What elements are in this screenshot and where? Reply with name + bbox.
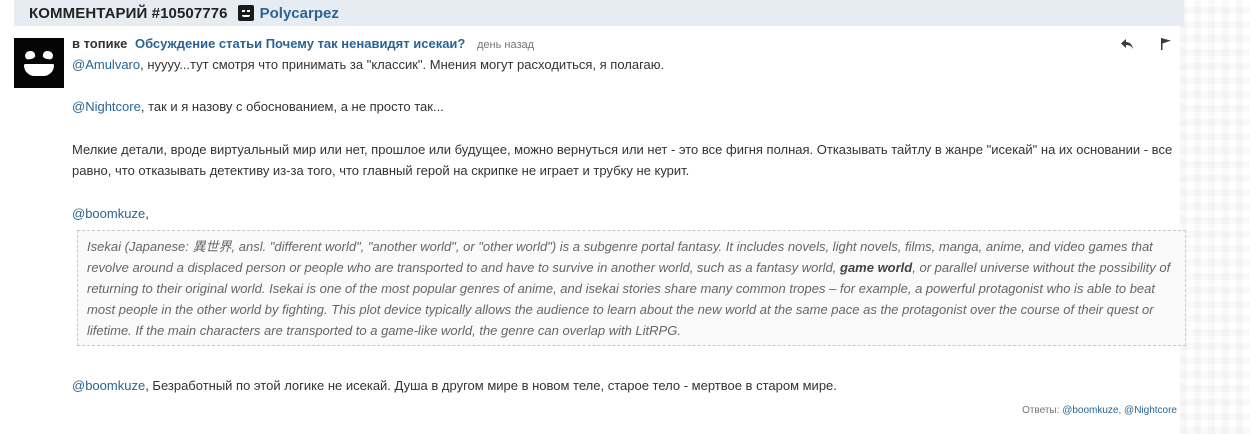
avatar[interactable] xyxy=(14,38,64,88)
comment-header: КОММЕНТАРИЙ #10507776 Polycarpez xyxy=(14,0,1184,26)
comment-paragraph-5: @boomkuze, Безработный по этой логике не… xyxy=(72,375,1182,396)
flag-icon[interactable] xyxy=(1160,37,1172,50)
replies-separator: , xyxy=(1118,405,1122,416)
comment-paragraph-1: @Amulvaro, нуууу...тут смотря что приним… xyxy=(72,54,1182,75)
comment-paragraph-3: Мелкие детали, вроде виртуальный мир или… xyxy=(72,139,1182,181)
paragraph-text: , так и я назову с обоснованием, а не пр… xyxy=(140,99,444,114)
avatar-eye-left xyxy=(24,50,36,60)
avatar-eye-right xyxy=(42,50,54,60)
comment-title: КОММЕНТАРИЙ #10507776 xyxy=(29,4,228,22)
reply-user-link[interactable]: @boomkuze xyxy=(1062,405,1118,416)
replies-label: Ответы: xyxy=(1022,405,1060,416)
mention-link[interactable]: @Nightcore xyxy=(72,99,141,114)
paragraph-text: , xyxy=(145,206,149,221)
reply-arrow-icon[interactable] xyxy=(1120,38,1134,50)
avatar-mouth xyxy=(24,64,54,76)
quote-bold-text: game world xyxy=(840,260,913,275)
paragraph-text: Мелкие детали, вроде виртуальный мир или… xyxy=(72,142,1173,178)
paragraph-text: , Безработный по этой логике не исекай. … xyxy=(145,378,837,393)
comment-paragraph-4: @boomkuze, xyxy=(72,203,1182,224)
mention-link[interactable]: @boomkuze xyxy=(72,378,145,393)
comment-timestamp: день назад xyxy=(477,39,535,51)
reply-user-link[interactable]: @Nightcore xyxy=(1124,405,1177,416)
blockquote: Isekai (Japanese: 異世界, ansl. "different … xyxy=(77,230,1186,346)
paragraph-text: , нуууу...тут смотря что принимать за "к… xyxy=(140,57,665,72)
header-username-link[interactable]: Polycarpez xyxy=(260,5,339,22)
comment-paragraph-2: @Nightcore, так и я назову с обоснование… xyxy=(72,96,1182,117)
replies-list: Ответы: @boomkuze, @Nightcore xyxy=(1022,405,1177,416)
background-pattern xyxy=(1180,0,1250,434)
user-avatar-icon[interactable] xyxy=(237,5,254,21)
mention-link[interactable]: @boomkuze xyxy=(72,206,145,221)
comment-meta: в топике Обсуждение статьи Почему так не… xyxy=(72,36,534,53)
in-topic-label: в топике xyxy=(72,36,128,51)
mention-link[interactable]: @Amulvaro xyxy=(72,57,140,72)
topic-link[interactable]: Обсуждение статьи Почему так ненавидят и… xyxy=(135,36,465,51)
